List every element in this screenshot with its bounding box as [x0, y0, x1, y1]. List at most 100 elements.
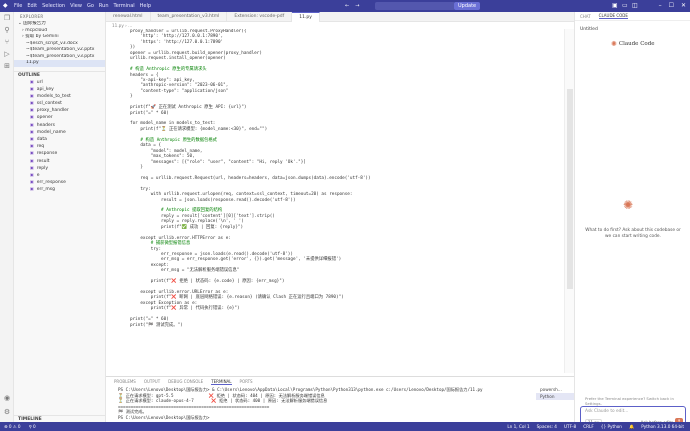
status-ports[interactable]: ⚲ 0	[29, 422, 36, 431]
outline-item[interactable]: ▣ err_msg	[14, 185, 105, 192]
panel-tab[interactable]: TERMINAL	[211, 379, 232, 385]
right-panel-tabs: CHAT CLAUDE CODE	[575, 12, 690, 21]
back-arrow-icon[interactable]: ←	[345, 3, 349, 9]
empty-state-prompt: What to do first? Ask about this codebas…	[585, 228, 681, 239]
editor-tab[interactable]: renewal.html	[106, 12, 151, 22]
status-problems[interactable]: ⊗ 0 ⚠ 0	[4, 422, 21, 431]
panel-toggle-icon[interactable]: ▭	[622, 2, 628, 9]
symbol-variable-icon: ▣	[30, 128, 34, 134]
settings-gear-icon[interactable]: ⚙	[0, 406, 14, 418]
menu-file[interactable]: File	[14, 3, 22, 9]
timeline-header[interactable]: TIMELINE	[14, 415, 105, 422]
search-icon[interactable]: ⚲	[0, 24, 14, 36]
status-item[interactable]: 🔔	[629, 422, 634, 431]
menu-selection[interactable]: Selection	[42, 3, 65, 9]
panel-tab[interactable]: OUTPUT	[144, 379, 160, 384]
symbol-variable-icon: ▣	[30, 157, 34, 163]
outline-item-label: opener	[36, 115, 53, 121]
command-center-search[interactable]	[375, 2, 455, 10]
symbol-variable-icon: ▣	[30, 107, 34, 113]
outline-item[interactable]: ▣ data	[14, 135, 105, 142]
breadcrumb[interactable]: 11.py › ...	[106, 22, 574, 29]
outline-item[interactable]: ▣ req	[14, 142, 105, 149]
outline-item[interactable]: ▣ api_key	[14, 85, 105, 92]
maximize-icon[interactable]: ☐	[669, 2, 674, 9]
code-text: print("🏁 测试完成。")	[130, 322, 183, 328]
code-text: }	[130, 164, 143, 170]
menu-view[interactable]: View	[70, 3, 82, 9]
outline-item[interactable]: ▣ models_to_test	[14, 92, 105, 99]
editor-tab[interactable]: Extension: vscode-pdf	[227, 12, 293, 22]
terminal-output[interactable]: PS C:\Users\Lenovo\Desktop\国际报告力> & C:\U…	[106, 386, 574, 420]
tree-item[interactable]: ~$team_presentation_v2.pptx	[14, 47, 105, 54]
code-text: print(f"❌ 拒绝 | 状态码: {e.code} | 原因: {err_…	[130, 279, 285, 285]
status-item[interactable]: UTF-8	[564, 422, 576, 431]
menu-edit[interactable]: Edit	[27, 3, 37, 9]
scrollbar-thumb[interactable]	[567, 89, 573, 289]
outline-item[interactable]: ▣ result	[14, 157, 105, 164]
menu-terminal[interactable]: Terminal	[114, 3, 135, 9]
forward-arrow-icon[interactable]: →	[355, 3, 359, 9]
minimize-icon[interactable]: –	[659, 2, 662, 9]
status-item[interactable]: {} Python	[601, 422, 622, 431]
panel-tab[interactable]: PORTS	[240, 379, 253, 384]
menu-bar: File Edit Selection View Go Run Terminal…	[14, 0, 151, 12]
sidebar-toggle-icon[interactable]: ◫	[632, 2, 638, 9]
status-item[interactable]: Spaces: 4	[537, 422, 557, 431]
editor-tab[interactable]: 11.py	[292, 12, 320, 22]
outline-item[interactable]: ▣ proxy_handler	[14, 106, 105, 113]
code-line: print("🏁 测试完成。")	[106, 323, 564, 328]
session-title: Untitled	[580, 27, 598, 32]
menu-go[interactable]: Go	[87, 3, 94, 9]
code-text: req = urllib.request.Request(url, header…	[130, 175, 371, 181]
menu-run[interactable]: Run	[99, 3, 109, 9]
outline-item[interactable]: ▣ e	[14, 171, 105, 178]
outline-item[interactable]: ▣ url	[14, 78, 105, 85]
claude-code-panel: CHAT CLAUDE CODE Untitled ✺ Claude Code …	[574, 12, 690, 428]
symbol-variable-icon: ▣	[30, 179, 34, 185]
outline-header[interactable]: OUTLINE	[14, 70, 105, 78]
terminal-item-powershell[interactable]: powersh...	[536, 386, 574, 393]
status-item[interactable]: CRLF	[583, 422, 594, 431]
status-item[interactable]: Ln 1, Col 1	[507, 422, 529, 431]
bottom-panel: PROBLEMS OUTPUT DEBUG CONSOLE TERMINAL PORTS…	[106, 376, 574, 422]
chat-input[interactable]: Ask Claude to edit...	[585, 409, 628, 414]
outline-item[interactable]: ▣ headers	[14, 121, 105, 128]
claude-mascot-icon: ✺	[623, 198, 634, 212]
source-control-icon[interactable]: ⑂	[0, 36, 14, 48]
code-text: print(f"✅ 成功 | 回复: {reply}")	[130, 224, 244, 230]
explorer-icon[interactable]: ❐	[0, 12, 14, 24]
code-editor[interactable]: proxy_handler = urllib.request.ProxyHand…	[106, 29, 564, 373]
panel-tab[interactable]: PROBLEMS	[114, 379, 136, 384]
tab-chat[interactable]: CHAT	[580, 14, 591, 19]
outline-item[interactable]: ▣ err_response	[14, 178, 105, 185]
account-icon[interactable]: ◉	[0, 392, 14, 404]
panel-tab[interactable]: DEBUG CONSOLE	[168, 379, 203, 384]
tree-item[interactable]: 11.py	[14, 60, 105, 67]
symbol-variable-icon: ▣	[30, 78, 34, 84]
terminal-list: powersh... Python	[536, 386, 574, 406]
outline-item[interactable]: ▣ ssl_context	[14, 99, 105, 106]
editor-tab[interactable]: team_presentation_v3.html	[151, 12, 228, 22]
extensions-icon[interactable]: ⊞	[0, 60, 14, 72]
minimap[interactable]	[564, 29, 574, 373]
outline-item[interactable]: ▣ response	[14, 149, 105, 156]
outline-item[interactable]: ▣ reply	[14, 164, 105, 171]
status-bar: ⊗ 0 ⚠ 0 ⚲ 0 Ln 1, Col 1 Spaces: 4 UTF-8 CRL…	[0, 422, 690, 431]
status-item[interactable]: Python 3.13.0 64-bit	[641, 422, 684, 431]
outline-item[interactable]: ▣ opener	[14, 113, 105, 120]
update-button[interactable]: Update	[454, 2, 481, 10]
run-debug-icon[interactable]: ▷	[0, 48, 14, 60]
claude-logo-icon: ✺	[611, 40, 617, 48]
line-number	[106, 323, 130, 328]
explorer-header: EXPLORER	[20, 14, 44, 19]
brand-title: Claude Code	[618, 41, 655, 47]
symbol-variable-icon: ▣	[30, 92, 34, 98]
terminal-item-python[interactable]: Python	[536, 393, 574, 400]
outline-item[interactable]: ▣ model_name	[14, 128, 105, 135]
tab-claude-code[interactable]: CLAUDE CODE	[598, 13, 628, 19]
code-text: err_msg = "无法解析服务端错误信息"	[130, 268, 240, 274]
close-icon[interactable]: ✕	[681, 2, 686, 9]
layout-toggle-icon[interactable]: ▣	[612, 2, 618, 9]
menu-help[interactable]: Help	[140, 3, 151, 9]
